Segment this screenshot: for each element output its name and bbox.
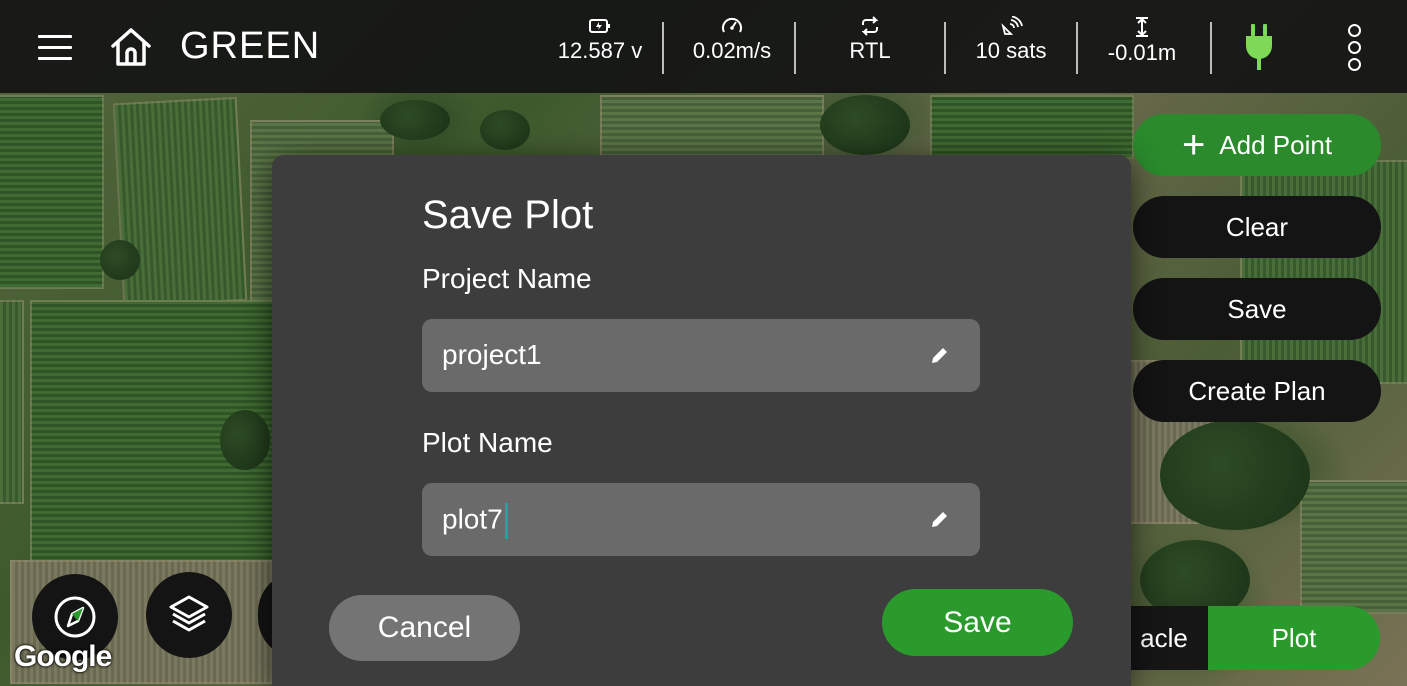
pencil-icon[interactable] (928, 343, 952, 367)
text-caret (504, 503, 508, 539)
save-side-label: Save (1227, 293, 1287, 324)
create-plan-button[interactable]: Create Plan (1133, 360, 1381, 422)
add-point-button[interactable]: + Add Point (1133, 114, 1381, 176)
pencil-icon[interactable] (928, 507, 952, 531)
save-button[interactable]: Save (882, 589, 1073, 656)
speedometer-icon (722, 17, 742, 33)
add-point-label: Add Point (1219, 129, 1333, 160)
menu-icon[interactable] (38, 35, 72, 61)
relative-altitude: -0.01m (1107, 40, 1177, 65)
clear-button[interactable]: Clear (1133, 196, 1381, 258)
altitude-icon (1136, 17, 1148, 37)
top-status-bar: GREEN 12.587 v 0.02m/s RTL 10 sats -0.01… (0, 0, 1407, 93)
plot-name-value: plot7 (442, 503, 508, 539)
app-title: GREEN (180, 25, 321, 67)
project-name-label: Project Name (422, 263, 592, 294)
more-options-icon[interactable] (1344, 24, 1364, 76)
plug-icon[interactable] (1240, 22, 1278, 72)
battery-icon (589, 19, 610, 33)
altitude-status: -0.01m (1092, 16, 1192, 66)
plot-name-input[interactable]: plot7 (422, 483, 980, 556)
clear-label: Clear (1225, 211, 1289, 242)
cancel-button[interactable]: Cancel (329, 595, 520, 661)
gps-status: 10 sats (960, 16, 1062, 64)
satellite-icon (1001, 16, 1023, 35)
flight-mode-status[interactable]: RTL (820, 16, 920, 64)
mode-option-plot[interactable]: Plot (1208, 606, 1380, 670)
create-plan-label: Create Plan (1188, 375, 1326, 406)
ground-speed: 0.02m/s (692, 38, 772, 63)
repeat-icon (861, 16, 879, 36)
flight-mode: RTL (849, 38, 891, 63)
google-attribution: Google (14, 640, 112, 673)
satellite-count: 10 sats (975, 38, 1047, 63)
project-name-value: project1 (442, 339, 542, 370)
home-icon[interactable] (108, 26, 154, 68)
save-side-button[interactable]: Save (1133, 278, 1381, 340)
compass-icon (54, 596, 96, 638)
plot-name-label: Plot Name (422, 427, 553, 458)
battery-voltage: 12.587 v (557, 38, 643, 63)
mode-option-obstacle[interactable]: acle (1120, 606, 1208, 670)
plus-icon: + (1181, 123, 1206, 167)
layers-button[interactable] (146, 572, 232, 658)
mode-toggle: acle Plot (1120, 606, 1380, 670)
layers-icon (169, 595, 209, 632)
save-plot-dialog: Save Plot Project Name project1 Plot Nam… (272, 155, 1131, 686)
battery-status: 12.587 v (545, 16, 655, 64)
project-name-input[interactable]: project1 (422, 319, 980, 392)
speed-status: 0.02m/s (676, 16, 788, 64)
dialog-title: Save Plot (422, 193, 594, 237)
